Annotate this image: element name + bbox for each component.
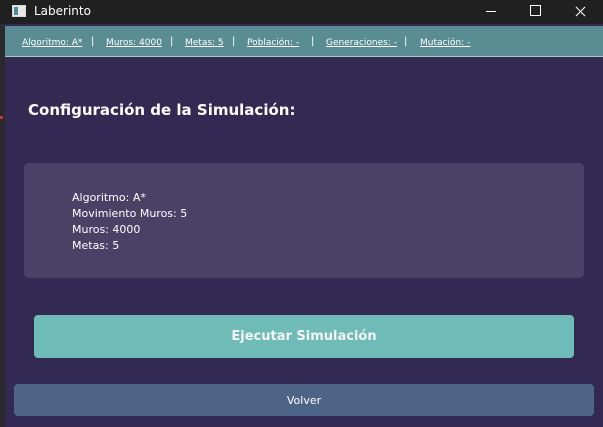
info-algorithm-link[interactable]: Algoritmo: A*: [22, 37, 82, 49]
info-separator: |: [404, 36, 408, 47]
close-icon[interactable]: [557, 0, 603, 24]
config-algorithm: Algoritmo: A*: [72, 191, 146, 204]
info-population-link[interactable]: Población: -: [247, 37, 299, 49]
config-walls: Muros: 4000: [72, 223, 141, 236]
info-separator: |: [170, 36, 174, 47]
window-title: Laberinto: [34, 4, 91, 18]
window-edge: [0, 26, 5, 427]
maximize-icon[interactable]: [512, 0, 558, 24]
info-generations-link[interactable]: Generaciones: -: [326, 37, 397, 49]
page-title: Configuración de la Simulación:: [28, 101, 296, 119]
run-simulation-button[interactable]: Ejecutar Simulación: [34, 315, 574, 358]
info-walls-link[interactable]: Muros: 4000: [106, 37, 162, 49]
info-separator: |: [91, 36, 95, 47]
config-goals: Metas: 5: [72, 239, 120, 252]
config-summary-panel: Algoritmo: A* Movimiento Muros: 5 Muros:…: [24, 163, 584, 278]
info-mutation-link[interactable]: Mutación: -: [420, 37, 470, 49]
info-goals-link[interactable]: Metas: 5: [185, 37, 224, 49]
app-window-icon: [12, 5, 26, 17]
info-bar: Algoritmo: A* | Muros: 4000 | Metas: 5 |…: [5, 26, 603, 57]
title-bar[interactable]: Laberinto: [0, 0, 603, 24]
config-wall-movement: Movimiento Muros: 5: [72, 207, 188, 220]
info-separator: |: [232, 36, 236, 47]
info-separator: |: [311, 36, 315, 47]
app-window: Laberinto Algoritmo: A* | Muros: 4000 | …: [0, 0, 603, 427]
back-button[interactable]: Volver: [14, 384, 594, 416]
minimize-icon[interactable]: [467, 0, 513, 24]
